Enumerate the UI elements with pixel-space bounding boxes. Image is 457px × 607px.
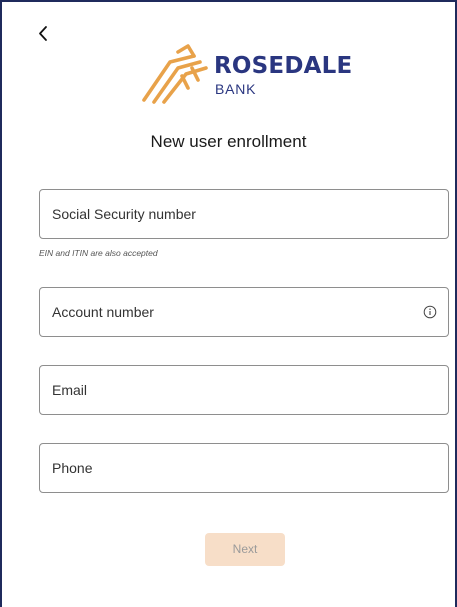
page-title: New user enrollment: [150, 132, 307, 151]
email-field[interactable]: Email: [39, 365, 449, 415]
next-button[interactable]: Next: [205, 533, 285, 566]
bird-mark-icon: [142, 44, 208, 104]
phone-placeholder: Phone: [52, 460, 93, 476]
account-number-placeholder: Account number: [52, 304, 154, 320]
back-button[interactable]: [36, 24, 52, 44]
logo-wordmark: ROSEDALE: [214, 53, 353, 79]
account-number-field[interactable]: Account number: [39, 287, 449, 337]
phone-field[interactable]: Phone: [39, 443, 449, 493]
rosedale-bank-logo: ROSEDALE BANK: [140, 42, 360, 104]
email-placeholder: Email: [52, 382, 88, 398]
logo-subtitle: BANK: [215, 81, 257, 97]
chevron-left-icon: [39, 26, 47, 41]
ssn-field[interactable]: Social Security number: [39, 189, 449, 239]
ssn-helper-text: EIN and ITIN are also accepted: [39, 248, 158, 258]
ssn-placeholder: Social Security number: [52, 206, 196, 222]
info-icon[interactable]: [423, 305, 437, 319]
enrollment-screen: ROSEDALE BANK New user enrollment Social…: [0, 0, 457, 607]
